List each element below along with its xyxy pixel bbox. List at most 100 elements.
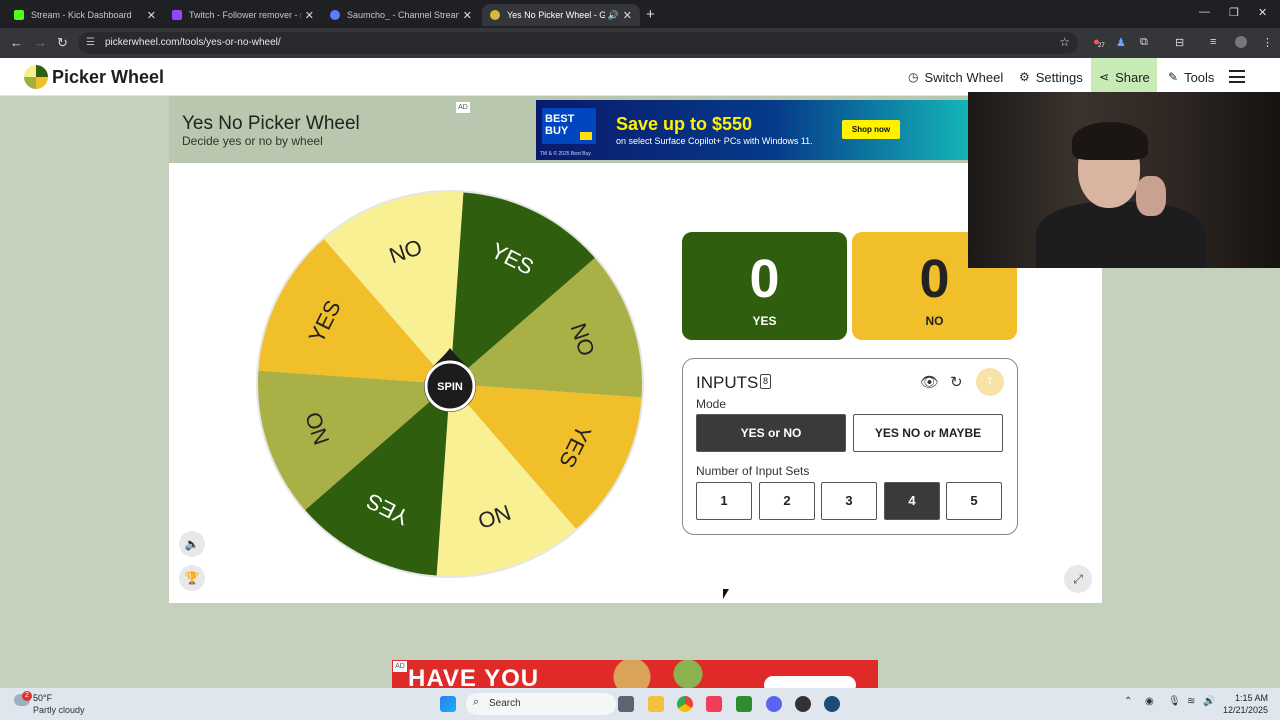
extensions-puzzle-icon[interactable]: ⧉: [1140, 36, 1148, 49]
page-subtitle: Decide yes or no by wheel: [182, 134, 323, 148]
main-panel: YES NO YES NO YES NO YES NO SPIN 🔈 🏆 0 YES 0 NO …: [169, 163, 1102, 603]
wrench-icon: ✎: [1168, 70, 1179, 84]
tab-search-icon[interactable]: ⊟: [1175, 36, 1184, 49]
bb-logo-line2: BUY: [545, 125, 569, 137]
audio-playing-icon[interactable]: 🔊: [608, 10, 619, 21]
webcam-person-hand: [1136, 176, 1166, 216]
kick-favicon-icon: [14, 10, 24, 20]
ad-subline: on select Surface Copilot+ PCs with Wind…: [616, 136, 813, 146]
weather-temperature[interactable]: 50°F: [33, 693, 52, 703]
clock-icon: ◷: [908, 70, 919, 84]
browser-menu-icon[interactable]: ⋮: [1262, 36, 1273, 49]
mode-yes-no-maybe-button[interactable]: YES NO or MAYBE: [853, 414, 1003, 452]
windows-taskbar: 2 50°F Partly cloudy ⌕ Search ⌃ ◉ 🎙 ≋ 🔊 …: [0, 688, 1280, 720]
profile-avatar[interactable]: [1235, 36, 1247, 48]
taskbar-search[interactable]: ⌕ Search: [466, 693, 616, 715]
tab-close-icon[interactable]: ✕: [305, 9, 314, 22]
search-icon: ⌕: [473, 696, 480, 708]
fullscreen-icon[interactable]: ⤢: [1064, 565, 1092, 593]
window-close-icon[interactable]: ✕: [1258, 6, 1267, 19]
forward-icon[interactable]: →: [34, 35, 47, 50]
new-tab-icon[interactable]: +: [646, 6, 655, 23]
site-logo-text[interactable]: Picker Wheel: [52, 67, 164, 88]
streams-favicon-icon: [330, 10, 340, 20]
sound-toggle-icon[interactable]: 🔈: [179, 531, 205, 557]
picker-wheel[interactable]: YESNOYESNOYESNOYESNOSPIN: [255, 189, 645, 579]
best-buy-ad[interactable]: BEST BUY Save up to $550 on select Surfa…: [536, 100, 968, 160]
set-2-button[interactable]: 2: [759, 482, 815, 520]
chrome-icon[interactable]: [677, 696, 693, 712]
picker-wheel-logo-icon[interactable]: [24, 65, 48, 89]
settings-button[interactable]: ⚙ Settings: [1011, 58, 1091, 96]
address-bar[interactable]: ☰ pickerwheel.com/tools/yes-or-no-wheel/…: [78, 32, 1078, 54]
file-explorer-icon[interactable]: [648, 696, 664, 712]
tab-close-icon[interactable]: ✕: [463, 9, 472, 22]
search-label: Search: [489, 698, 521, 709]
volume-icon[interactable]: 🔊: [1203, 696, 1215, 707]
site-info-icon[interactable]: ☰: [86, 37, 95, 48]
switch-wheel-button[interactable]: ◷ Switch Wheel: [900, 58, 1011, 96]
mouse-cursor-icon: [723, 589, 729, 599]
set-5-button[interactable]: 5: [946, 482, 1002, 520]
windows-start-icon[interactable]: [440, 696, 456, 712]
set-4-button[interactable]: 4: [884, 482, 940, 520]
bb-logo-line1: BEST: [545, 113, 575, 125]
extension-icon-2[interactable]: ♟: [1116, 36, 1126, 49]
set-3-button[interactable]: 3: [821, 482, 877, 520]
input-sets-label: Number of Input Sets: [696, 464, 810, 478]
music-app-icon[interactable]: [706, 696, 722, 712]
reload-icon[interactable]: ↻: [57, 35, 68, 51]
tab-close-icon[interactable]: ✕: [623, 9, 632, 22]
tab-channel-streams[interactable]: Saumcho_ - Channel Streams or ✕: [322, 4, 480, 26]
avatar[interactable]: T: [976, 368, 1004, 396]
discord-icon[interactable]: [766, 696, 782, 712]
restore-icon[interactable]: ❐: [1229, 6, 1239, 19]
trophy-icon[interactable]: 🏆: [179, 565, 205, 591]
back-icon[interactable]: ←: [10, 35, 23, 50]
tab-twitch[interactable]: Twitch - Follower remover - sau ✕: [164, 4, 322, 26]
xbox-icon[interactable]: [736, 696, 752, 712]
media-control-icon[interactable]: ≡: [1210, 36, 1216, 48]
tab-close-icon[interactable]: ✕: [147, 9, 156, 22]
wifi-icon[interactable]: ≋: [1187, 696, 1195, 707]
ad-headline: Save up to $550: [616, 114, 753, 134]
tab-title: Yes No Picker Wheel - Get Y: [507, 10, 605, 20]
tab-picker-wheel[interactable]: Yes No Picker Wheel - Get Y 🔊 ✕: [482, 4, 640, 26]
food-image: [590, 660, 730, 688]
tray-overflow-icon[interactable]: ⌃: [1124, 696, 1132, 707]
extension-badge: 27: [1098, 43, 1105, 49]
set-1-button[interactable]: 1: [696, 482, 752, 520]
minimize-icon[interactable]: —: [1199, 6, 1210, 18]
bookmark-star-icon[interactable]: ☆: [1059, 35, 1070, 49]
tools-button[interactable]: ✎ Tools: [1160, 58, 1222, 96]
hamburger-menu-icon[interactable]: [1229, 70, 1245, 83]
steam-icon[interactable]: [824, 696, 840, 712]
bottom-ad-button[interactable]: [764, 676, 856, 688]
share-button[interactable]: ⋖ Share: [1091, 58, 1157, 96]
mode-yes-no-button[interactable]: YES or NO: [696, 414, 846, 452]
weather-description[interactable]: Partly cloudy: [33, 705, 85, 715]
weather-badge: 2: [22, 691, 32, 701]
tab-title: Saumcho_ - Channel Streams or: [347, 10, 459, 20]
settings-label: Settings: [1035, 69, 1083, 85]
clock-time[interactable]: 1:15 AM: [1232, 693, 1268, 703]
picker-wheel-favicon-icon: [490, 10, 500, 20]
clock-date[interactable]: 12/21/2025: [1222, 705, 1268, 715]
ad-fineprint: TM & © 2025 Best Buy: [540, 151, 591, 157]
tab-title: Twitch - Follower remover - sau: [189, 10, 301, 20]
bottom-ad[interactable]: HAVE YOU: [392, 660, 878, 688]
inputs-count-badge: 8: [760, 374, 771, 389]
obs-icon[interactable]: [795, 696, 811, 712]
browser-toolbar: ← → ↻ ☰ pickerwheel.com/tools/yes-or-no-…: [0, 28, 1280, 58]
share-label: Share: [1115, 69, 1150, 85]
shop-now-button[interactable]: Shop now: [842, 120, 900, 139]
tab-kick-dashboard[interactable]: Stream - Kick Dashboard ✕: [6, 4, 164, 26]
inputs-panel: INPUTS 8 👁 ↻ T Mode YES or NO YES NO or …: [682, 358, 1018, 535]
tools-label: Tools: [1184, 69, 1215, 85]
eye-icon[interactable]: 👁: [920, 373, 939, 391]
reset-icon[interactable]: ↻: [950, 373, 963, 391]
microphone-icon[interactable]: 🎙: [1168, 696, 1181, 707]
task-view-icon[interactable]: [618, 696, 634, 712]
tray-app-icon[interactable]: ◉: [1145, 696, 1154, 707]
inputs-title: INPUTS: [696, 373, 759, 392]
